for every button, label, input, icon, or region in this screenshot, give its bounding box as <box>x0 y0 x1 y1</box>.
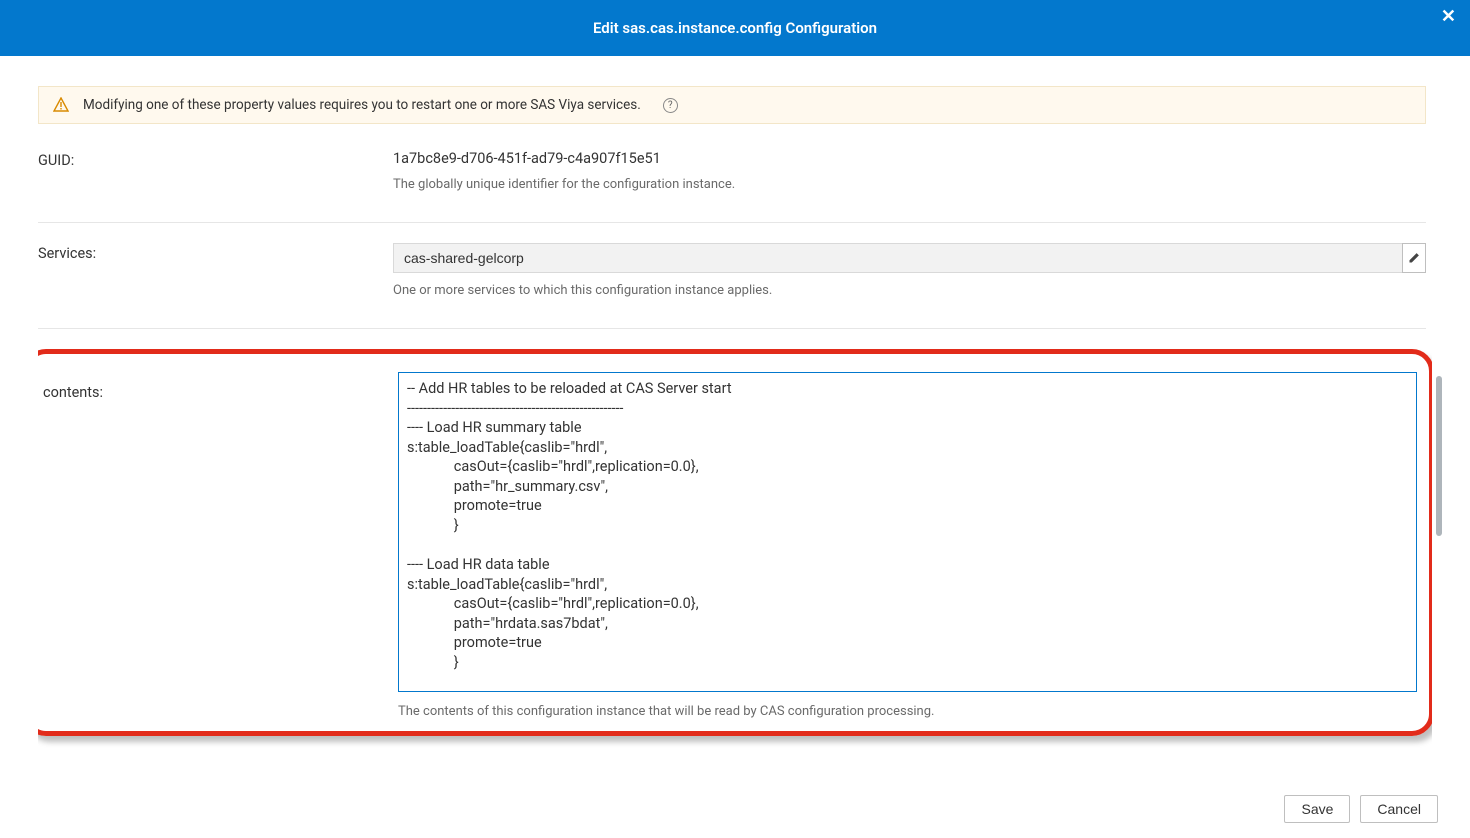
cancel-button[interactable]: Cancel <box>1360 795 1438 823</box>
guid-desc: The globally unique identifier for the c… <box>393 177 1426 192</box>
contents-textarea[interactable] <box>398 372 1417 692</box>
field-services: Services: One or more services to which … <box>38 243 1426 329</box>
services-input[interactable] <box>393 243 1402 273</box>
services-label: Services: <box>38 243 393 262</box>
services-desc: One or more services to which this confi… <box>393 283 1426 298</box>
dialog-title: Edit sas.cas.instance.config Configurati… <box>593 19 877 37</box>
edit-services-button[interactable] <box>1402 243 1426 273</box>
pencil-icon <box>1408 252 1420 264</box>
warning-banner: Modifying one of these property values r… <box>38 86 1426 124</box>
field-guid: GUID: 1a7bc8e9-d706-451f-ad79-c4a907f15e… <box>38 150 1426 223</box>
guid-value: 1a7bc8e9-d706-451f-ad79-c4a907f15e51 <box>393 150 1426 167</box>
dialog-footer: Save Cancel <box>0 780 1470 838</box>
scrollbar-thumb[interactable] <box>1436 376 1442 536</box>
close-icon[interactable]: ✕ <box>1441 6 1456 27</box>
dialog-body: Modifying one of these property values r… <box>0 56 1470 780</box>
save-button[interactable]: Save <box>1284 795 1350 823</box>
help-icon[interactable]: ? <box>663 98 678 113</box>
guid-label: GUID: <box>38 150 393 169</box>
contents-highlight: contents: The contents of this configura… <box>38 349 1432 736</box>
scroll-region[interactable]: Modifying one of these property values r… <box>38 86 1432 780</box>
warning-icon <box>53 97 69 113</box>
contents-label: contents: <box>41 372 398 401</box>
contents-desc: The contents of this configuration insta… <box>398 704 1417 719</box>
warning-text: Modifying one of these property values r… <box>83 97 641 113</box>
dialog-header: Edit sas.cas.instance.config Configurati… <box>0 0 1470 56</box>
